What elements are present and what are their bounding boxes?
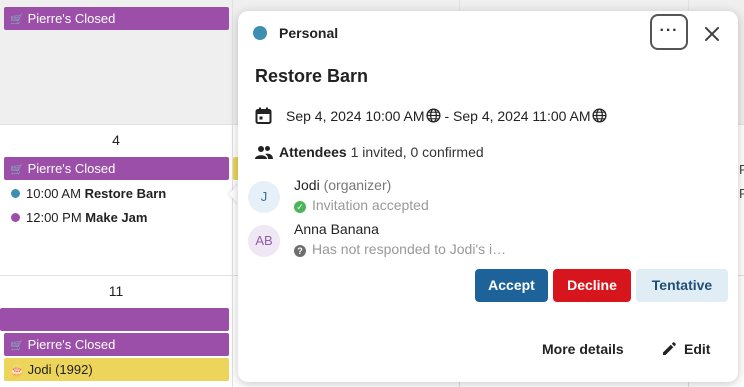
close-icon[interactable]	[702, 24, 722, 44]
edge-event-text: F	[739, 162, 744, 177]
attendee-status: ? Has not responded to Jodi's i…	[294, 241, 506, 257]
globe-icon[interactable]	[426, 108, 441, 123]
event-jodi-birthday[interactable]: 🎂 Jodi (1992)	[4, 358, 229, 381]
attendees-summary-row: Attendees 1 invited, 0 confirmed	[255, 144, 484, 160]
day-number-11[interactable]: 11	[0, 283, 232, 299]
pencil-icon	[663, 342, 676, 355]
attendee-status: ✓ Invitation accepted	[294, 197, 429, 213]
edit-button[interactable]: Edit	[661, 341, 710, 357]
attendee-name: Anna Banana	[294, 221, 379, 237]
time-separator: -	[444, 108, 450, 124]
event-pierres-closed[interactable]: 🛒 Pierre's Closed	[4, 7, 229, 30]
calendar-name: Personal	[279, 25, 339, 41]
calendar-icon	[255, 107, 272, 124]
attendee-row: AB Anna Banana ? Has not responded to Jod…	[248, 221, 588, 265]
people-icon	[255, 146, 273, 159]
event-start: Sep 4, 2024 10:00 AM	[286, 108, 425, 124]
decline-button[interactable]: Decline	[553, 269, 631, 302]
event-dot	[11, 189, 20, 198]
more-options-button[interactable]: ···	[650, 14, 688, 50]
calendar-color-dot	[253, 26, 267, 40]
cake-icon: 🎂	[10, 365, 24, 377]
question-icon: ?	[294, 245, 306, 257]
avatar: J	[248, 181, 280, 213]
attendees-summary: 1 invited, 0 confirmed	[350, 144, 484, 160]
avatar: AB	[248, 225, 280, 257]
event-multi-day[interactable]	[0, 308, 229, 331]
event-time-range: Sep 4, 2024 10:00 AM - Sep 4, 2024 11:00…	[255, 107, 607, 124]
event-title: Restore Barn	[255, 66, 369, 86]
attendee-row: J Jodi (organizer) ✓ Invitation accepted	[248, 177, 588, 221]
more-details-link[interactable]: More details	[542, 341, 624, 357]
event-dot	[11, 213, 20, 222]
event-end: Sep 4, 2024 11:00 AM	[453, 108, 591, 124]
shop-icon: 🛒	[10, 164, 24, 176]
event-popover: Personal ··· Restore Barn Sep 4, 2024 10…	[238, 11, 738, 382]
edge-event-text: F	[739, 186, 744, 201]
accept-button[interactable]: Accept	[475, 269, 548, 302]
event-pierres-closed[interactable]: 🛒 Pierre's Closed	[4, 157, 229, 180]
globe-icon[interactable]	[591, 108, 607, 123]
event-make-jam[interactable]: 12:00 PM Make Jam	[11, 209, 147, 227]
check-icon: ✓	[294, 201, 306, 213]
attendee-name: Jodi (organizer)	[294, 177, 392, 193]
shop-icon: 🛒	[10, 340, 24, 352]
attendee-role: (organizer)	[323, 177, 392, 193]
day-number-4[interactable]: 4	[0, 132, 232, 148]
shop-icon: 🛒	[10, 14, 24, 26]
event-pierres-closed[interactable]: 🛒 Pierre's Closed	[4, 333, 229, 356]
tentative-button[interactable]: Tentative	[636, 269, 728, 302]
attendees-label: Attendees	[279, 144, 347, 160]
event-restore-barn[interactable]: 10:00 AM Restore Barn	[11, 185, 166, 203]
edit-label: Edit	[684, 341, 711, 357]
close-icon-glyph	[705, 27, 719, 41]
